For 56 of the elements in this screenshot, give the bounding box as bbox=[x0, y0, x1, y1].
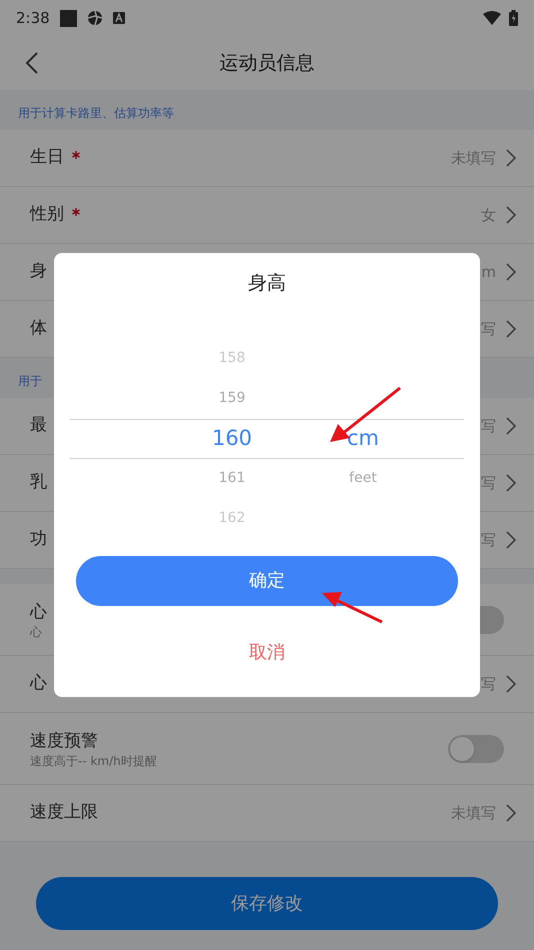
status-time: 2:38 bbox=[16, 8, 50, 29]
picker-option[interactable]: cm bbox=[346, 422, 379, 454]
toggle-switch[interactable] bbox=[448, 734, 504, 762]
wifi-icon bbox=[483, 11, 501, 25]
row-label: 体 bbox=[30, 317, 47, 340]
picker-option[interactable]: 161 bbox=[218, 468, 246, 489]
picker-option[interactable]: 160 bbox=[212, 422, 252, 454]
section-caption: 用于 bbox=[18, 373, 42, 390]
aperture-icon bbox=[86, 10, 103, 26]
chevron-right-icon bbox=[506, 263, 516, 281]
chevron-right-icon bbox=[506, 804, 516, 822]
asterisk-icon bbox=[72, 151, 80, 159]
row-value: 女 bbox=[481, 204, 496, 226]
row-value: 写 bbox=[481, 674, 496, 695]
keyboard-icon bbox=[112, 12, 125, 24]
settings-row[interactable]: 速度上限 未填写 bbox=[0, 785, 534, 842]
row-value: m bbox=[481, 262, 496, 283]
row-label: 速度上限 bbox=[30, 801, 98, 824]
row-value: 写 bbox=[481, 416, 496, 437]
row-value: 写 bbox=[481, 472, 496, 494]
cancel-button[interactable]: 取消 bbox=[233, 628, 301, 678]
row-value: 未填写 bbox=[451, 802, 496, 824]
chevron-right-icon bbox=[506, 474, 516, 492]
settings-row[interactable]: 生日 未填写 bbox=[0, 130, 534, 187]
row-label: 最 bbox=[30, 414, 47, 438]
confirm-button[interactable]: 确定 bbox=[76, 556, 458, 606]
picker-option[interactable]: feet bbox=[349, 468, 377, 489]
row-label: 身 bbox=[30, 260, 47, 284]
row-value: 写 bbox=[481, 530, 496, 551]
picker-option[interactable]: 159 bbox=[218, 388, 246, 409]
row-label: 性别 bbox=[30, 203, 64, 226]
chevron-right-icon bbox=[506, 149, 516, 167]
notification-icon bbox=[60, 10, 77, 26]
chevron-right-icon bbox=[506, 320, 516, 338]
row-label: 生日 bbox=[30, 146, 64, 170]
dialog-title: 身高 bbox=[248, 271, 286, 296]
settings-row[interactable]: 性别 女 bbox=[0, 187, 534, 244]
asterisk-icon bbox=[72, 208, 80, 216]
row-hint: 心 bbox=[30, 624, 43, 640]
battery-icon bbox=[509, 10, 518, 26]
save-button[interactable]: 保存修改 bbox=[36, 877, 498, 930]
row-label: 功 bbox=[30, 528, 47, 552]
row-label: 乳 bbox=[30, 471, 47, 494]
chevron-right-icon bbox=[506, 417, 516, 435]
page-title: 运动员信息 bbox=[220, 50, 314, 76]
back-icon bbox=[25, 51, 39, 75]
row-label: 速度预警 bbox=[30, 730, 99, 752]
row-value: 写 bbox=[481, 318, 496, 340]
chevron-right-icon bbox=[506, 675, 516, 693]
chevron-right-icon bbox=[506, 531, 516, 549]
row-label: 心 bbox=[30, 600, 47, 624]
row-hint: 速度高于-- km/h时提醒 bbox=[30, 752, 157, 768]
section-caption: 用于计算卡路里、估算功率等 bbox=[18, 105, 174, 122]
chevron-right-icon bbox=[506, 206, 516, 224]
row-label: 心 bbox=[30, 672, 47, 696]
row-value: 未填写 bbox=[451, 148, 496, 169]
